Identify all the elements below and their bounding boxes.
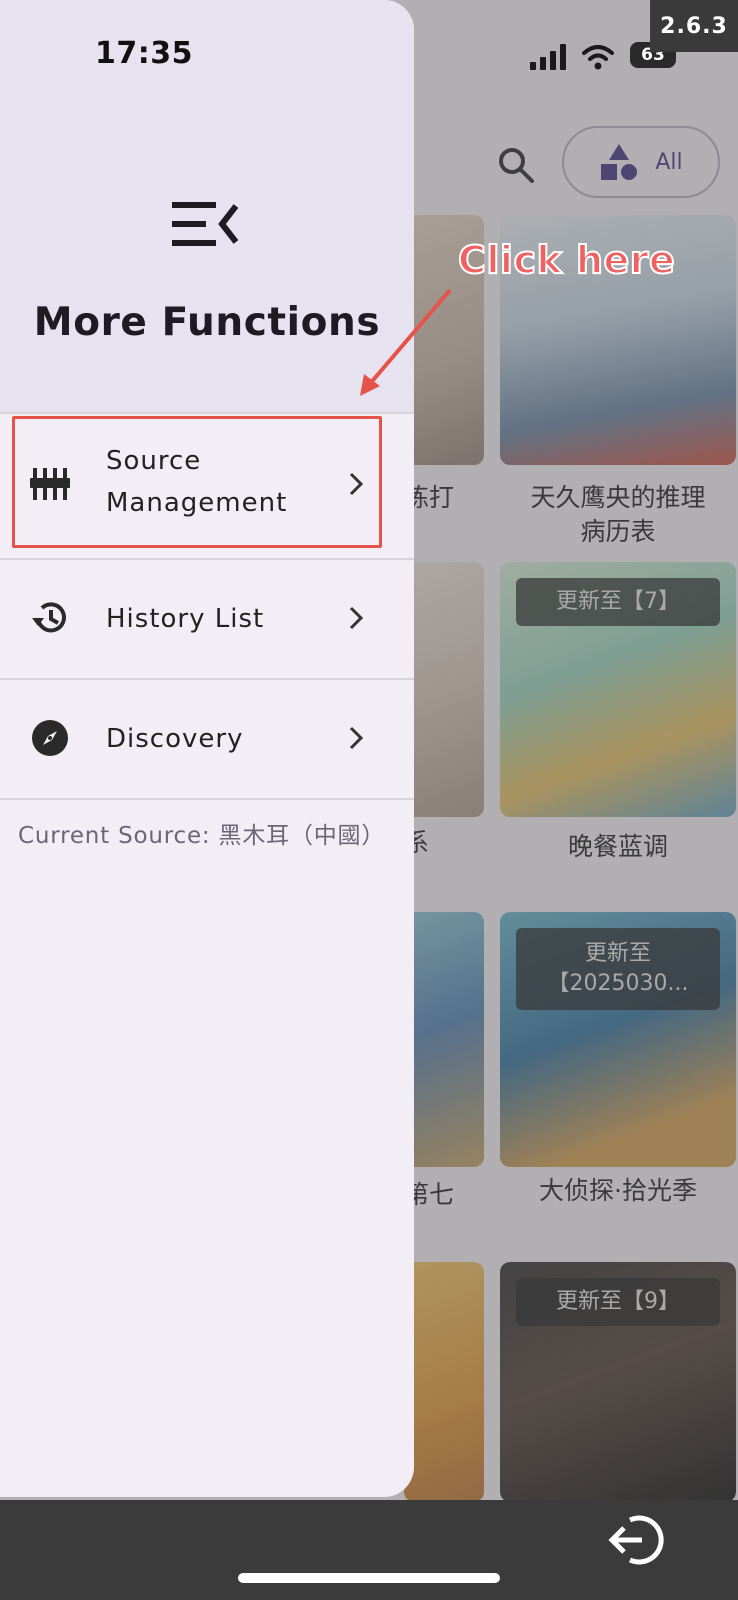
- menu-item-history-list[interactable]: History List: [0, 560, 414, 678]
- menu-item-discovery[interactable]: Discovery: [0, 680, 414, 798]
- navigation-drawer: 17:35 More Functions Source Management H…: [0, 0, 414, 1497]
- home-indicator: [238, 1573, 500, 1583]
- status-time: 17:35: [95, 36, 193, 71]
- cellular-signal-icon: [530, 44, 566, 70]
- divider: [0, 798, 414, 800]
- annotation-arrow-icon: [360, 288, 452, 396]
- compass-icon: [32, 720, 68, 756]
- wifi-icon: [582, 45, 614, 70]
- chevron-right-icon: [349, 726, 364, 750]
- menu-item-label: Discovery: [106, 724, 244, 754]
- history-icon: [32, 602, 66, 633]
- annotation-highlight-box: [12, 416, 382, 548]
- menu-item-label: History List: [106, 604, 265, 634]
- version-badge: 2.6.3: [650, 0, 738, 52]
- current-source-label: Current Source: 黑木耳（中國）: [18, 823, 386, 849]
- screen: All 练打 系 第七 天久鹰央的推理 病历表 更新至【7】 晚餐蓝调 更新至 …: [0, 0, 738, 1600]
- exit-icon[interactable]: [608, 1512, 664, 1568]
- annotation-text: Click here: [457, 237, 676, 283]
- menu-open-icon: [172, 202, 239, 246]
- chevron-right-icon: [349, 606, 364, 630]
